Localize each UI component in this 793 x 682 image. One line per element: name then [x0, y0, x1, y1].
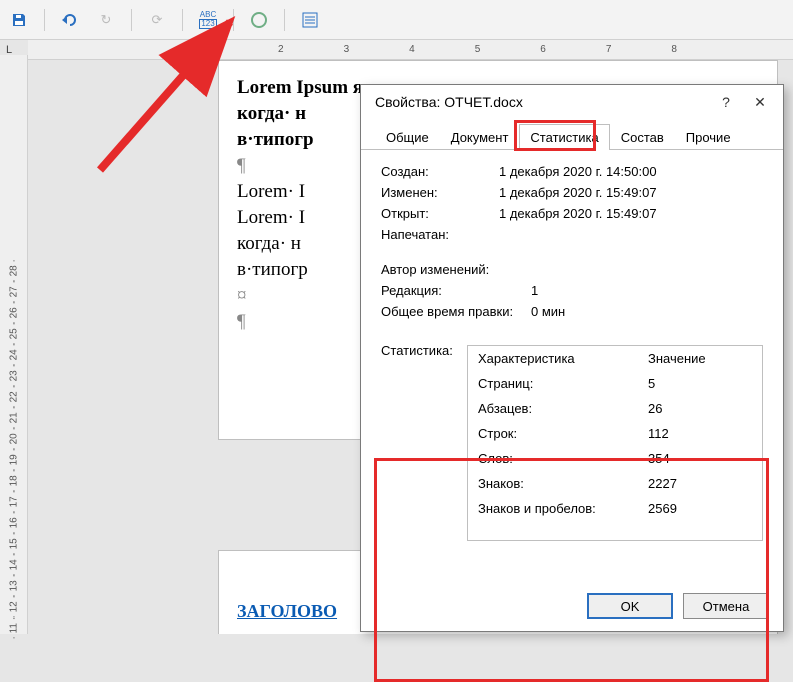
stats-cell: 112 [638, 421, 762, 446]
ruler-tick: 6 [540, 44, 546, 55]
properties-dialog: Свойства: ОТЧЕТ.docx ? ✕ ОбщиеДокументСт… [360, 84, 784, 632]
stats-cell: 354 [638, 446, 762, 471]
property-key: Общее время правки: [381, 304, 531, 319]
tab-состав[interactable]: Состав [610, 124, 675, 150]
property-value: 0 мин [531, 304, 565, 319]
separator [233, 9, 234, 31]
quick-access-toolbar: ↻ ⟳ ABC123 [0, 0, 793, 40]
property-row: Автор изменений: [381, 262, 763, 277]
property-row: Общее время правки:0 мин [381, 304, 763, 319]
stats-cell: 2227 [638, 471, 762, 496]
stats-cell: 2569 [638, 496, 762, 521]
ruler-tick: 7 [606, 44, 612, 55]
redo-icon[interactable]: ↻ [95, 9, 117, 31]
stats-row: Строк:112 [468, 421, 762, 446]
property-row: Создан:1 декабря 2020 г. 14:50:00 [381, 164, 763, 179]
stats-cell: Страниц: [468, 371, 638, 396]
dialog-title: Свойства: ОТЧЕТ.docx [375, 94, 523, 110]
stats-row: Знаков и пробелов:2569 [468, 496, 762, 521]
stats-cell: 26 [638, 396, 762, 421]
property-row: Редакция:1 [381, 283, 763, 298]
separator [44, 9, 45, 31]
stats-cell: Знаков: [468, 471, 638, 496]
tab-документ[interactable]: Документ [440, 124, 520, 150]
ruler-tick: 2 [278, 44, 284, 55]
stats-row: Слов:354 [468, 446, 762, 471]
statistics-table: ХарактеристикаЗначениеСтраниц:5Абзацев:2… [467, 345, 763, 541]
save-icon[interactable] [8, 9, 30, 31]
horizontal-ruler: 2 3 4 5 6 7 8 [28, 40, 793, 60]
stats-row: Страниц:5 [468, 371, 762, 396]
ruler-tick: 3 [344, 44, 350, 55]
property-row: Напечатан: [381, 227, 763, 242]
ruler-tick: 5 [475, 44, 481, 55]
close-button[interactable]: ✕ [743, 88, 777, 116]
property-row: Открыт:1 декабря 2020 г. 15:49:07 [381, 206, 763, 221]
stats-cell: Знаков и пробелов: [468, 496, 638, 521]
ruler-tick: · 28 · [3, 243, 24, 283]
separator [182, 9, 183, 31]
dialog-tabs: ОбщиеДокументСтатистикаСоставПрочие [361, 119, 783, 150]
ruler-tick: 4 [409, 44, 415, 55]
stats-label: Статистика: [381, 343, 459, 358]
refresh-icon[interactable]: ⟳ [146, 9, 168, 31]
undo-icon[interactable] [59, 9, 81, 31]
stats-row: Абзацев:26 [468, 396, 762, 421]
vertical-ruler: · 11 ·· 12 ·· 13 ·· 14 ·· 15 ·· 16 ·· 17… [0, 55, 28, 634]
stats-button-icon[interactable] [299, 9, 321, 31]
dialog-buttons: OK Отмена [587, 593, 769, 619]
ok-button[interactable]: OK [587, 593, 673, 619]
tab-статистика[interactable]: Статистика [519, 124, 609, 150]
stats-cell: Абзацев: [468, 396, 638, 421]
stats-header: Значение [638, 346, 762, 371]
property-key: Создан: [381, 164, 499, 179]
property-value: 1 декабря 2020 г. 15:49:07 [499, 185, 657, 200]
dialog-body: Создан:1 декабря 2020 г. 14:50:00Изменен… [361, 150, 783, 555]
property-key: Автор изменений: [381, 262, 531, 277]
property-key: Изменен: [381, 185, 499, 200]
dialog-titlebar[interactable]: Свойства: ОТЧЕТ.docx ? ✕ [361, 85, 783, 119]
property-value: 1 декабря 2020 г. 14:50:00 [499, 164, 657, 179]
ruler-tick: 8 [671, 44, 677, 55]
property-key: Напечатан: [381, 227, 499, 242]
property-key: Редакция: [381, 283, 531, 298]
stats-cell: Строк: [468, 421, 638, 446]
stats-header: Характеристика [468, 346, 638, 371]
property-row: Изменен:1 декабря 2020 г. 15:49:07 [381, 185, 763, 200]
property-value: 1 [531, 283, 538, 298]
separator [284, 9, 285, 31]
circle-shape-icon[interactable] [248, 9, 270, 31]
tab-прочие[interactable]: Прочие [675, 124, 742, 150]
heading-text: ЗАГОЛОВО [237, 601, 337, 621]
help-button[interactable]: ? [709, 88, 743, 116]
spellcheck-icon[interactable]: ABC123 [197, 9, 219, 31]
property-key: Открыт: [381, 206, 499, 221]
property-value: 1 декабря 2020 г. 15:49:07 [499, 206, 657, 221]
separator [131, 9, 132, 31]
tab-общие[interactable]: Общие [375, 124, 440, 150]
cancel-button[interactable]: Отмена [683, 593, 769, 619]
stats-cell: Слов: [468, 446, 638, 471]
stats-cell: 5 [638, 371, 762, 396]
stats-row: Знаков:2227 [468, 471, 762, 496]
